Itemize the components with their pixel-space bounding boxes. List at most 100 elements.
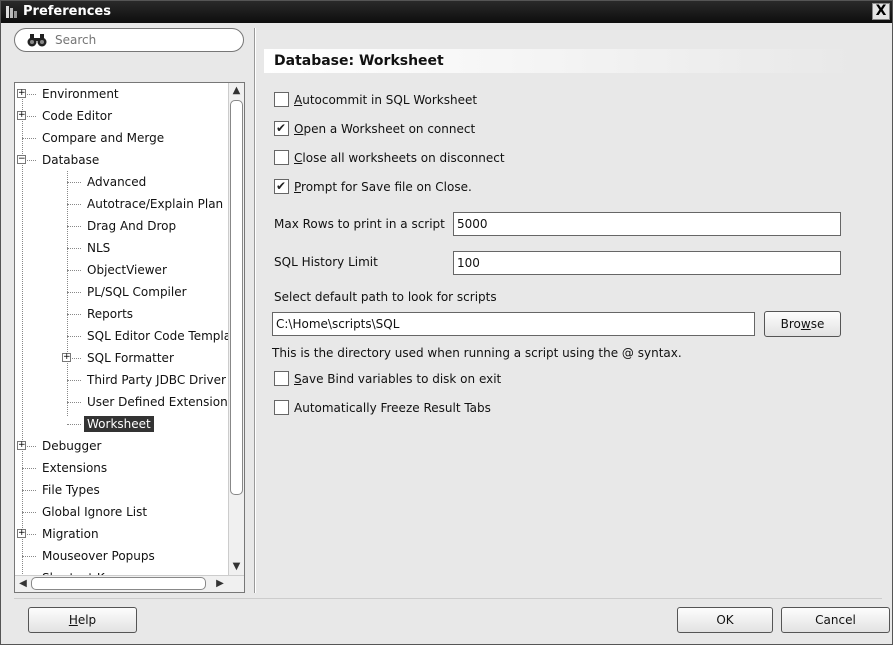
search-input[interactable]	[53, 31, 233, 49]
ok-button[interactable]: OK	[677, 607, 773, 633]
checkbox[interactable]: ✔	[274, 179, 289, 194]
tree-connector	[67, 292, 81, 293]
tree-item[interactable]: Autotrace/Explain Plan	[84, 193, 226, 215]
tree-item[interactable]: Debugger	[39, 435, 104, 457]
tree-connector	[67, 424, 81, 425]
tree-item-label: SQL Formatter	[87, 351, 174, 365]
tree-item[interactable]: Worksheet	[84, 413, 154, 435]
tree-item[interactable]: Shortcut Keys	[39, 567, 128, 575]
tree-item[interactable]: SQL Formatter	[84, 347, 177, 369]
tree-item-label: Drag And Drop	[87, 219, 177, 233]
tree-item[interactable]: ObjectViewer	[84, 259, 170, 281]
tree-connector	[67, 204, 81, 205]
sql-history-field[interactable]	[453, 251, 841, 275]
tree-item-label: Compare and Merge	[42, 131, 165, 145]
tree-item-label: Reports	[87, 307, 134, 321]
tree-vertical-scrollbar[interactable]: ▲ ▼	[228, 83, 244, 575]
cancel-button[interactable]: Cancel	[781, 607, 890, 633]
tree-connector	[67, 248, 81, 249]
sql-history-label: SQL History Limit	[274, 255, 378, 269]
tree-item-label: Debugger	[42, 439, 102, 453]
tree-item[interactable]: Drag And Drop	[84, 215, 179, 237]
tree-item[interactable]: Third Party JDBC Driver	[84, 369, 229, 391]
tree-item-label: Code Editor	[42, 109, 113, 123]
checkbox[interactable]	[274, 150, 289, 165]
tree-connector	[22, 138, 36, 139]
tree-item[interactable]: Global Ignore List	[39, 501, 150, 523]
tree-item-label: Advanced	[87, 175, 147, 189]
tree-item[interactable]: Compare and Merge	[39, 127, 167, 149]
scroll-up-arrow-icon[interactable]: ▲	[230, 84, 243, 98]
tree-item[interactable]: Code Editor	[39, 105, 115, 127]
checkbox[interactable]	[274, 92, 289, 107]
option-label: Open a Worksheet on connect	[294, 122, 476, 136]
scrollbar-thumb[interactable]	[230, 100, 243, 495]
tree-expander-icon[interactable]: +	[17, 111, 26, 120]
tree-connector	[22, 512, 36, 513]
window-title: Preferences	[23, 4, 111, 19]
tree-item[interactable]: Database	[39, 149, 102, 171]
tree-item-label: User Defined Extension	[87, 395, 228, 409]
tree-item-label: Environment	[42, 87, 119, 101]
tree-expander-icon[interactable]: +	[17, 89, 26, 98]
help-button[interactable]: Help	[28, 607, 137, 633]
preferences-dialog: Preferences X + Environment + Code Editor Co…	[0, 0, 893, 645]
checkmark-icon: ✔	[276, 121, 287, 135]
scrollbar-thumb[interactable]	[31, 577, 206, 590]
scroll-right-arrow-icon[interactable]: ▶	[213, 576, 227, 591]
search-box[interactable]	[14, 28, 244, 52]
option-label: Prompt for Save file on Close.	[294, 180, 472, 194]
tree-item[interactable]: Mouseover Popups	[39, 545, 158, 567]
tree-expander-icon[interactable]: +	[62, 353, 71, 362]
tree-item[interactable]: Extensions	[39, 457, 110, 479]
checkbox[interactable]	[274, 400, 289, 415]
browse-label-pre: Bro	[780, 317, 801, 331]
tree-expander-icon[interactable]: +	[17, 529, 26, 538]
tree-connector	[22, 490, 36, 491]
panel-divider[interactable]	[254, 28, 256, 593]
scroll-down-arrow-icon[interactable]: ▼	[230, 560, 243, 574]
tree-item[interactable]: NLS	[84, 237, 113, 259]
scripts-path-field[interactable]	[272, 312, 755, 336]
tree-item[interactable]: Advanced	[84, 171, 149, 193]
title-bar[interactable]: Preferences X	[1, 1, 892, 23]
checkbox[interactable]: ✔	[274, 121, 289, 136]
tree-item-label: Migration	[42, 527, 99, 541]
close-button[interactable]: X	[872, 3, 890, 20]
binoculars-icon	[27, 34, 47, 47]
tree-item[interactable]: Environment	[39, 83, 122, 105]
scripts-path-hint: This is the directory used when running …	[272, 346, 682, 360]
tree-item[interactable]: File Types	[39, 479, 103, 501]
checkbox[interactable]	[274, 371, 289, 386]
tree-item-label: NLS	[87, 241, 111, 255]
footer-separator	[14, 598, 882, 599]
tree-item[interactable]: SQL Editor Code Templa	[84, 325, 229, 347]
preferences-tree[interactable]: + Environment + Code Editor Compare and Merg…	[14, 82, 245, 593]
app-icon	[6, 6, 17, 18]
tree-connector	[67, 182, 81, 183]
tree-item[interactable]: User Defined Extension	[84, 391, 229, 413]
tree-connector	[22, 94, 23, 575]
checkmark-icon: ✔	[276, 179, 287, 193]
tree-horizontal-scrollbar[interactable]: ◀ ▶	[15, 575, 244, 592]
tree-connector	[67, 314, 81, 315]
tree-item[interactable]: PL/SQL Compiler	[84, 281, 190, 303]
browse-label-mnemonic: w	[800, 317, 811, 331]
tree-expander-icon[interactable]: −	[17, 155, 26, 164]
tree-item[interactable]: Migration	[39, 523, 102, 545]
tree-expander-icon[interactable]: +	[17, 441, 26, 450]
tree-connector	[67, 380, 81, 381]
tree-connector	[67, 402, 81, 403]
tree-connector	[67, 270, 81, 271]
max-rows-field[interactable]	[453, 212, 841, 236]
tree-item-label: Mouseover Popups	[42, 549, 155, 563]
tree-item-label: ObjectViewer	[87, 263, 167, 277]
browse-button[interactable]: Browse	[764, 311, 841, 337]
tree-connector	[67, 226, 81, 227]
tree-connector	[67, 336, 81, 337]
scroll-left-arrow-icon[interactable]: ◀	[16, 576, 30, 591]
tree-item-label: Third Party JDBC Driver	[87, 373, 226, 387]
scripts-path-label: Select default path to look for scripts	[274, 290, 497, 304]
option-label: Autocommit in SQL Worksheet	[294, 93, 478, 107]
tree-item[interactable]: Reports	[84, 303, 136, 325]
